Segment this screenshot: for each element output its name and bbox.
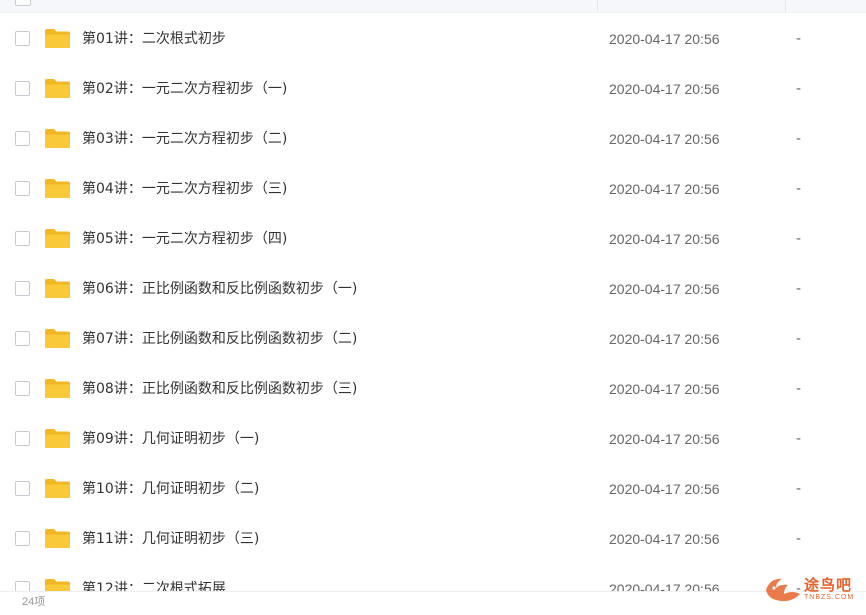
folder-icon	[45, 479, 70, 498]
row-checkbox[interactable]	[15, 31, 30, 46]
file-size: -	[796, 431, 802, 447]
row-checkbox[interactable]	[15, 131, 30, 146]
folder-icon	[45, 229, 70, 248]
file-size: -	[796, 231, 802, 247]
file-name[interactable]: 第10讲：几何证明初步（二)	[82, 480, 259, 498]
file-row[interactable]: 第04讲：一元二次方程初步（三) 2020-04-17 20:56 -	[0, 165, 866, 215]
row-checkbox[interactable]	[15, 481, 30, 496]
row-checkbox[interactable]	[15, 81, 30, 96]
file-size: -	[796, 331, 802, 347]
modified-date: 2020-04-17 20:56	[609, 331, 720, 347]
file-row[interactable]: 第05讲：一元二次方程初步（四) 2020-04-17 20:56 -	[0, 215, 866, 265]
row-checkbox[interactable]	[15, 331, 30, 346]
row-checkbox[interactable]	[15, 531, 30, 546]
file-name[interactable]: 第04讲：一元二次方程初步（三)	[82, 180, 287, 198]
file-name[interactable]: 第06讲：正比例函数和反比例函数初步（一)	[82, 280, 357, 298]
file-size: -	[796, 31, 802, 47]
file-name[interactable]: 第02讲：一元二次方程初步（一)	[82, 80, 287, 98]
file-row[interactable]: 第06讲：正比例函数和反比例函数初步（一) 2020-04-17 20:56 -	[0, 265, 866, 315]
file-size: -	[796, 381, 802, 397]
file-row[interactable]: 第01讲：二次根式初步 2020-04-17 20:56 -	[0, 15, 866, 65]
file-row[interactable]: 第10讲：几何证明初步（二) 2020-04-17 20:56 -	[0, 465, 866, 515]
list-footer	[0, 591, 866, 608]
modified-date: 2020-04-17 20:56	[609, 481, 720, 497]
file-name[interactable]: 第01讲：二次根式初步	[82, 30, 226, 48]
file-name[interactable]: 第09讲：几何证明初步（一)	[82, 430, 259, 448]
modified-date: 2020-04-17 20:56	[609, 81, 720, 97]
file-name[interactable]: 第05讲：一元二次方程初步（四)	[82, 230, 287, 248]
file-row[interactable]: 第02讲：一元二次方程初步（一) 2020-04-17 20:56 -	[0, 65, 866, 115]
file-row[interactable]: 第07讲：正比例函数和反比例函数初步（二) 2020-04-17 20:56 -	[0, 315, 866, 365]
file-row[interactable]: 第09讲：几何证明初步（一) 2020-04-17 20:56 -	[0, 415, 866, 465]
folder-icon	[45, 29, 70, 48]
folder-icon	[45, 79, 70, 98]
column-divider[interactable]	[785, 0, 786, 12]
file-size: -	[796, 481, 802, 497]
row-checkbox[interactable]	[15, 431, 30, 446]
list-header	[0, 0, 866, 13]
file-row[interactable]: 第08讲：正比例函数和反比例函数初步（三) 2020-04-17 20:56 -	[0, 365, 866, 415]
file-name[interactable]: 第07讲：正比例函数和反比例函数初步（二)	[82, 330, 357, 348]
modified-date: 2020-04-17 20:56	[609, 231, 720, 247]
select-all-checkbox[interactable]	[15, 0, 31, 6]
item-count: 24项	[22, 596, 46, 608]
watermark-text: 途鸟吧	[804, 576, 853, 594]
modified-date: 2020-04-17 20:56	[609, 431, 720, 447]
file-row[interactable]: 第03讲：一元二次方程初步（二) 2020-04-17 20:56 -	[0, 115, 866, 165]
bird-logo-icon	[766, 578, 800, 602]
watermark-subtext: TNBZS.COM	[804, 594, 855, 601]
folder-icon	[45, 379, 70, 398]
row-checkbox[interactable]	[15, 181, 30, 196]
file-name[interactable]: 第11讲：几何证明初步（三)	[82, 530, 259, 548]
file-size: -	[796, 131, 802, 147]
modified-date: 2020-04-17 20:56	[609, 181, 720, 197]
folder-icon	[45, 179, 70, 198]
folder-icon	[45, 129, 70, 148]
row-checkbox[interactable]	[15, 231, 30, 246]
modified-date: 2020-04-17 20:56	[609, 31, 720, 47]
folder-icon	[45, 529, 70, 548]
modified-date: 2020-04-17 20:56	[609, 531, 720, 547]
folder-icon	[45, 279, 70, 298]
file-size: -	[796, 81, 802, 97]
folder-icon	[45, 329, 70, 348]
file-name[interactable]: 第08讲：正比例函数和反比例函数初步（三)	[82, 380, 357, 398]
row-checkbox[interactable]	[15, 281, 30, 296]
folder-icon	[45, 429, 70, 448]
file-name[interactable]: 第03讲：一元二次方程初步（二)	[82, 130, 287, 148]
file-size: -	[796, 531, 802, 547]
modified-date: 2020-04-17 20:56	[609, 281, 720, 297]
modified-date: 2020-04-17 20:56	[609, 381, 720, 397]
watermark: 途鸟吧 TNBZS.COM	[762, 570, 862, 606]
file-size: -	[796, 181, 802, 197]
modified-date: 2020-04-17 20:56	[609, 131, 720, 147]
row-checkbox[interactable]	[15, 381, 30, 396]
column-divider[interactable]	[597, 0, 598, 12]
file-list: 第01讲：二次根式初步 2020-04-17 20:56 - 第02讲：一元二次…	[0, 15, 866, 615]
file-row[interactable]: 第11讲：几何证明初步（三) 2020-04-17 20:56 -	[0, 515, 866, 565]
file-size: -	[796, 281, 802, 297]
